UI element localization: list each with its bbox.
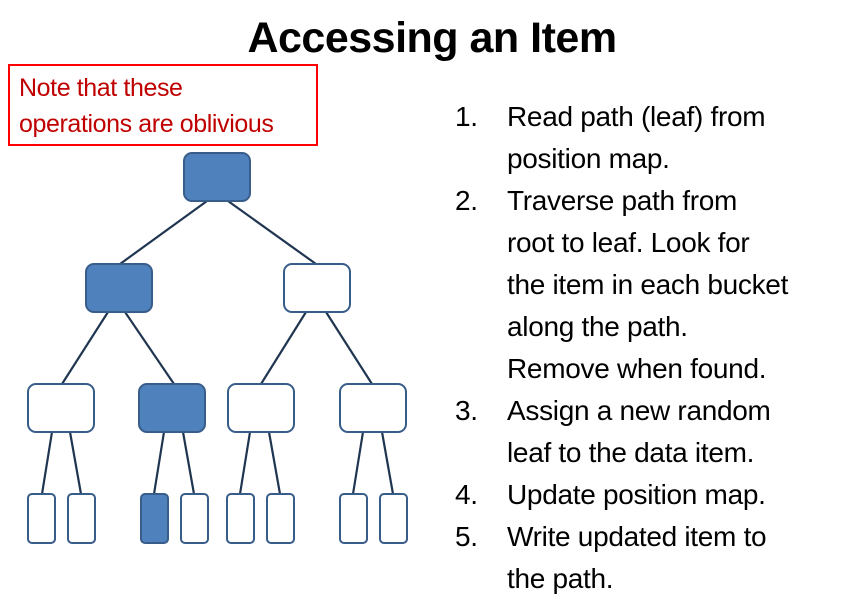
step-item: 4. Update position map. [455, 474, 788, 516]
step-item: 3. Assign a new random leaf to the data it… [455, 390, 788, 474]
tree-edge [227, 200, 317, 265]
step-number: 4. [455, 479, 478, 510]
leaf-bucket [379, 493, 408, 544]
tree-bucket-on-path [138, 383, 206, 433]
step-text-line: Remove when found. [507, 353, 767, 384]
leaf-bucket [266, 493, 295, 544]
tree-edge [260, 311, 307, 385]
tree-bucket [339, 383, 407, 433]
tree-edge [119, 200, 208, 265]
step-text-line: Read path (leaf) from [507, 101, 766, 132]
tree-edge [61, 311, 109, 385]
tree-edge [124, 311, 175, 385]
step-item: 1. Read path (leaf) from position map. [455, 96, 788, 180]
step-text-line: Write updated item to [507, 521, 767, 552]
tree-bucket [283, 263, 351, 313]
step-text-line: the item in each bucket [507, 269, 789, 300]
leaf-bucket-on-path [140, 493, 169, 544]
tree-bucket-on-path [85, 263, 153, 313]
leaf-bucket [226, 493, 255, 544]
step-text-line: Assign a new random [507, 395, 771, 426]
tree-edge [68, 431, 83, 495]
step-number: 2. [455, 185, 478, 216]
step-item: 2. Traverse path from root to leaf. Look f… [455, 180, 788, 390]
tree-bucket-on-path [183, 152, 251, 202]
step-text-line: along the path. [507, 311, 688, 342]
tree-bucket [227, 383, 295, 433]
tree-edge [351, 431, 365, 495]
leaf-bucket [27, 493, 56, 544]
step-number: 5. [455, 521, 478, 552]
step-number: 1. [455, 101, 478, 132]
step-item: 5. Write updated item to the path. [455, 516, 788, 600]
step-text-line: root to leaf. Look for [507, 227, 750, 258]
step-text-line: Update position map. [507, 479, 766, 510]
tree-edge [152, 431, 166, 495]
tree-edge [40, 431, 54, 495]
step-text-line: Traverse path from [507, 185, 738, 216]
leaf-bucket [67, 493, 96, 544]
step-text-line: leaf to the data item. [507, 437, 755, 468]
tree-edge [325, 311, 373, 385]
step-text-line: the path. [507, 563, 614, 594]
step-text-line: position map. [507, 143, 670, 174]
leaf-bucket [339, 493, 368, 544]
steps-list: 1. Read path (leaf) from position map. 2. Tr… [455, 96, 788, 600]
tree-edge [238, 431, 252, 495]
tree-edge [181, 431, 196, 495]
tree-edge [267, 431, 282, 495]
tree-edge [380, 431, 395, 495]
step-number: 3. [455, 395, 478, 426]
tree-bucket [27, 383, 95, 433]
leaf-bucket [180, 493, 209, 544]
